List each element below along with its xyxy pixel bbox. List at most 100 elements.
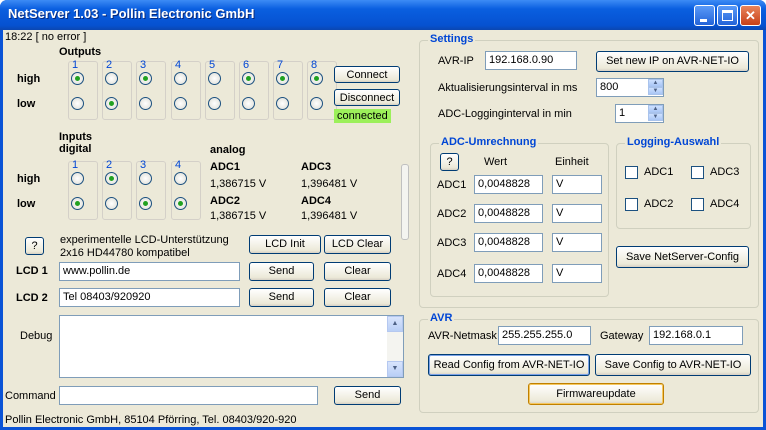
- output-low-radio[interactable]: [71, 97, 84, 110]
- analog-slider[interactable]: [401, 164, 409, 240]
- adc-log-spin-buttons[interactable]: ▲ ▼: [648, 105, 663, 122]
- spin-down-icon[interactable]: ▼: [648, 113, 663, 121]
- adc2-name: ADC2: [210, 195, 240, 207]
- output-low-radio[interactable]: [174, 97, 187, 110]
- adc3-name: ADC3: [301, 161, 331, 173]
- lcd2-send-button[interactable]: Send: [249, 288, 314, 307]
- output-high-radio[interactable]: [105, 72, 118, 85]
- spin-up-icon[interactable]: ▲: [648, 105, 663, 113]
- command-input[interactable]: [59, 386, 318, 405]
- output-low-radio[interactable]: [242, 97, 255, 110]
- netmask-input[interactable]: 255.255.255.0: [498, 326, 591, 345]
- adc-einheit-input[interactable]: V: [552, 204, 602, 223]
- adc-row-name: ADC4: [437, 268, 467, 280]
- top-status: 18:22 [ no error ]: [5, 31, 87, 43]
- log-adc1-checkbox[interactable]: [625, 166, 638, 179]
- gateway-input[interactable]: 192.168.0.1: [649, 326, 743, 345]
- firmware-update-button[interactable]: Firmwareupdate: [528, 383, 664, 405]
- logging-title: Logging-Auswahl: [625, 136, 722, 148]
- adc-log-value: 1: [619, 107, 626, 119]
- spin-down-icon[interactable]: ▼: [648, 87, 663, 95]
- minimize-button[interactable]: [694, 5, 715, 26]
- output-number: 1: [72, 59, 79, 71]
- adc-einheit-input[interactable]: V: [552, 175, 602, 194]
- connect-button[interactable]: Connect: [334, 66, 400, 83]
- einheit-header: Einheit: [555, 156, 589, 168]
- output-number: 2: [106, 59, 113, 71]
- lcd-clear-button[interactable]: LCD Clear: [324, 235, 391, 254]
- save-netserver-config-button[interactable]: Save NetServer-Config: [616, 246, 749, 268]
- output-low-radio[interactable]: [105, 97, 118, 110]
- adc-conversion-title: ADC-Umrechnung: [439, 136, 539, 148]
- save-avr-config-button[interactable]: Save Config to AVR-NET-IO: [595, 354, 751, 376]
- lcd2-clear-button[interactable]: Clear: [324, 288, 391, 307]
- outputs-low-label: low: [17, 98, 36, 110]
- output-number: 8: [311, 59, 318, 71]
- lcd1-send-button[interactable]: Send: [249, 262, 314, 281]
- input-low-radio: [105, 197, 118, 210]
- output-low-radio[interactable]: [310, 97, 323, 110]
- command-label: Command: [5, 390, 56, 402]
- debug-scrollbar[interactable]: ▲ ▼: [387, 316, 403, 377]
- netmask-label: AVR-Netmask: [428, 330, 497, 342]
- outputs-label: Outputs: [59, 46, 102, 58]
- lcd2-input[interactable]: Tel 08403/920920: [59, 288, 240, 307]
- adc-wert-input[interactable]: 0,0048828: [474, 264, 543, 283]
- adc-help-button[interactable]: ?: [440, 153, 459, 171]
- connection-status-badge: connected: [334, 109, 391, 123]
- footer-text: Pollin Electronic GmbH, 85104 Pförring, …: [5, 414, 297, 426]
- lcd-init-button[interactable]: LCD Init: [249, 235, 321, 254]
- set-ip-button[interactable]: Set new IP on AVR-NET-IO: [596, 51, 749, 72]
- input-high-radio: [174, 172, 187, 185]
- lcd-info-line1: experimentelle LCD-Unterstützung: [60, 234, 229, 246]
- avr-ip-input[interactable]: 192.168.0.90: [485, 51, 577, 70]
- input-number: 4: [175, 159, 182, 171]
- adc-einheit-input[interactable]: V: [552, 233, 602, 252]
- output-high-radio[interactable]: [276, 72, 289, 85]
- close-button[interactable]: ✕: [740, 5, 761, 26]
- lcd1-input[interactable]: www.pollin.de: [59, 262, 240, 281]
- refresh-spin-buttons[interactable]: ▲ ▼: [648, 79, 663, 96]
- adc-wert-input[interactable]: 0,0048828: [474, 204, 543, 223]
- input-low-radio: [71, 197, 84, 210]
- adc1-value: 1,386715 V: [210, 178, 267, 190]
- output-high-radio[interactable]: [139, 72, 152, 85]
- refresh-spinner[interactable]: 800 ▲ ▼: [596, 78, 664, 97]
- adc-row-name: ADC2: [437, 208, 467, 220]
- log-adc4-checkbox[interactable]: [691, 198, 704, 211]
- spin-up-icon[interactable]: ▲: [648, 79, 663, 87]
- disconnect-button[interactable]: Disconnect: [334, 89, 400, 106]
- lcd-help-button[interactable]: ?: [25, 237, 44, 255]
- adc-einheit-input[interactable]: V: [552, 264, 602, 283]
- title-bar[interactable]: NetServer 1.03 - Pollin Electronic GmbH …: [0, 0, 766, 30]
- inputs-high-label: high: [17, 173, 41, 185]
- debug-textarea[interactable]: ▲ ▼: [59, 315, 404, 378]
- gateway-label: Gateway: [600, 330, 644, 342]
- output-high-radio[interactable]: [174, 72, 187, 85]
- log-adc3-checkbox[interactable]: [691, 166, 704, 179]
- output-high-radio[interactable]: [208, 72, 221, 85]
- scroll-down-icon[interactable]: ▼: [387, 361, 403, 377]
- output-high-radio[interactable]: [310, 72, 323, 85]
- adc-wert-input[interactable]: 0,0048828: [474, 175, 543, 194]
- output-high-radio[interactable]: [242, 72, 255, 85]
- log-adc4-label: ADC4: [710, 198, 740, 210]
- adc-row-name: ADC3: [437, 237, 467, 249]
- output-high-radio[interactable]: [71, 72, 84, 85]
- output-low-radio[interactable]: [208, 97, 221, 110]
- input-low-radio: [174, 197, 187, 210]
- adc-log-spinner[interactable]: 1 ▲ ▼: [615, 104, 664, 123]
- logging-group: Logging-Auswahl: [616, 136, 751, 229]
- lcd1-label: LCD 1: [16, 265, 48, 277]
- scroll-up-icon[interactable]: ▲: [387, 316, 403, 332]
- lcd1-clear-button[interactable]: Clear: [324, 262, 391, 281]
- adc-wert-input[interactable]: 0,0048828: [474, 233, 543, 252]
- maximize-button[interactable]: [717, 5, 738, 26]
- outputs-high-label: high: [17, 73, 41, 85]
- command-send-button[interactable]: Send: [334, 386, 401, 405]
- read-config-button[interactable]: Read Config from AVR-NET-IO: [428, 354, 590, 376]
- log-adc2-checkbox[interactable]: [625, 198, 638, 211]
- output-low-radio[interactable]: [276, 97, 289, 110]
- output-low-radio[interactable]: [139, 97, 152, 110]
- input-number: 3: [140, 159, 147, 171]
